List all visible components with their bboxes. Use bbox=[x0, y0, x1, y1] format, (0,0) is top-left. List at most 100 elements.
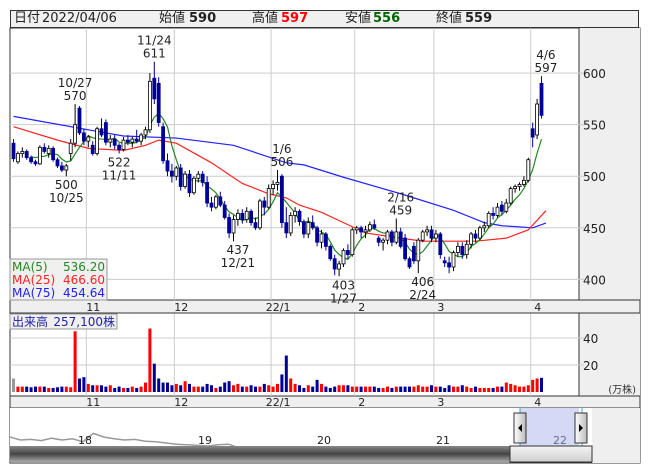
volume-unit: (万株) bbox=[608, 383, 636, 396]
volume-bar bbox=[170, 385, 174, 392]
candle-body bbox=[491, 212, 496, 216]
annotation-line1: 522 bbox=[108, 156, 131, 170]
candle-body bbox=[513, 186, 517, 189]
volume-bar bbox=[51, 387, 55, 392]
navigator-year-label: 21 bbox=[436, 434, 450, 447]
candle-body bbox=[530, 128, 535, 138]
volume-bar bbox=[267, 385, 271, 392]
candle-body bbox=[403, 237, 408, 260]
candle-body bbox=[46, 147, 51, 154]
candle-body bbox=[161, 126, 166, 162]
volume-bar bbox=[368, 386, 372, 392]
volume-bar bbox=[60, 386, 64, 392]
candle-body bbox=[535, 103, 539, 136]
volume-bar bbox=[262, 383, 266, 392]
annotation-line2: 459 bbox=[389, 204, 412, 218]
volume-bar bbox=[148, 328, 152, 392]
candle-body bbox=[24, 151, 29, 159]
volume-bar bbox=[425, 386, 429, 392]
candle-body bbox=[411, 245, 416, 262]
volume-bar bbox=[100, 385, 103, 392]
volume-bar bbox=[518, 386, 521, 392]
volume-bar bbox=[196, 386, 200, 392]
volume-bar bbox=[377, 387, 381, 392]
date-tick-label: 2 bbox=[358, 301, 365, 314]
candle-body bbox=[345, 250, 350, 256]
candle-body bbox=[60, 165, 64, 171]
volume-bar bbox=[240, 386, 244, 392]
candle-body bbox=[376, 237, 381, 243]
price-date-band bbox=[9, 299, 641, 314]
candle-body bbox=[381, 239, 386, 243]
volume-bar bbox=[284, 355, 288, 392]
candle-body bbox=[156, 82, 161, 123]
volume-bar bbox=[452, 386, 455, 392]
navigator-right-handle[interactable] bbox=[574, 412, 588, 444]
volume-bar bbox=[12, 378, 15, 392]
volume-bar bbox=[205, 383, 209, 392]
annotation-line1: 406 bbox=[411, 275, 434, 289]
candle-body bbox=[64, 165, 69, 171]
volume-bar bbox=[223, 382, 227, 392]
annotation-line1: 500 bbox=[55, 178, 78, 192]
annotation-line2: 2/24 bbox=[409, 288, 436, 302]
volume-bar bbox=[47, 387, 51, 392]
volume-bar bbox=[245, 386, 249, 392]
candle-body bbox=[126, 139, 130, 143]
candle-body bbox=[99, 128, 104, 136]
volume-bar bbox=[227, 381, 231, 392]
scrollbar-track[interactable] bbox=[10, 446, 592, 462]
price-tick-label: 600 bbox=[583, 67, 606, 81]
candle-body bbox=[139, 134, 144, 142]
volume-bar bbox=[113, 387, 117, 392]
volume-bar bbox=[372, 386, 376, 392]
candle-body bbox=[130, 138, 135, 143]
volume-bar bbox=[86, 383, 90, 392]
volume-bar bbox=[214, 387, 218, 392]
navigator-selection[interactable] bbox=[520, 408, 579, 446]
candle-body bbox=[187, 173, 192, 194]
candle-body bbox=[15, 153, 20, 163]
candle-body bbox=[482, 225, 487, 229]
candle-body bbox=[249, 210, 254, 224]
candle-body bbox=[95, 128, 99, 154]
ma75-label: MA(75) bbox=[12, 286, 55, 300]
volume-bar bbox=[135, 387, 139, 392]
date-tick-label: 22/1 bbox=[266, 301, 291, 314]
navigator[interactable]: 1819202122 bbox=[9, 408, 640, 463]
ma-legend: MA(5) 536.20 MA(25) 466.60 MA(75) 454.64 bbox=[9, 258, 108, 301]
volume-bar bbox=[324, 386, 328, 392]
candle-body bbox=[315, 227, 320, 243]
volume-value: 257,100株 bbox=[53, 314, 115, 329]
candle-body bbox=[143, 129, 148, 136]
candle-body bbox=[499, 204, 504, 212]
volume-bar bbox=[293, 383, 297, 392]
volume-bar bbox=[465, 386, 469, 392]
volume-bar bbox=[350, 386, 354, 392]
candle-body bbox=[447, 262, 452, 268]
volume-bar bbox=[91, 385, 95, 392]
candle-body bbox=[279, 175, 284, 224]
navigator-year-label: 18 bbox=[78, 434, 92, 447]
candle-body bbox=[451, 252, 456, 268]
volume-bar bbox=[491, 387, 495, 392]
volume-bar bbox=[447, 385, 451, 392]
candle-body bbox=[108, 138, 113, 143]
volume-bar bbox=[438, 386, 442, 392]
candle-body bbox=[205, 182, 210, 204]
annotation-line2: 506 bbox=[270, 155, 293, 169]
volume-bar bbox=[482, 387, 486, 392]
candle-body bbox=[271, 184, 276, 189]
navigator-left-handle[interactable] bbox=[513, 412, 527, 444]
volume-bar bbox=[302, 387, 306, 392]
date-tick-label: 12 bbox=[174, 396, 188, 409]
volume-bar bbox=[328, 387, 332, 392]
volume-bar bbox=[500, 386, 504, 392]
volume-bar bbox=[487, 387, 491, 392]
candle-body bbox=[29, 157, 34, 163]
volume-bar bbox=[394, 386, 398, 392]
candle-body bbox=[385, 231, 390, 241]
annotation-line1: 4/6 bbox=[536, 48, 555, 62]
scrollbar-thumb[interactable] bbox=[509, 445, 593, 463]
annotation-line2: 597 bbox=[534, 61, 557, 75]
